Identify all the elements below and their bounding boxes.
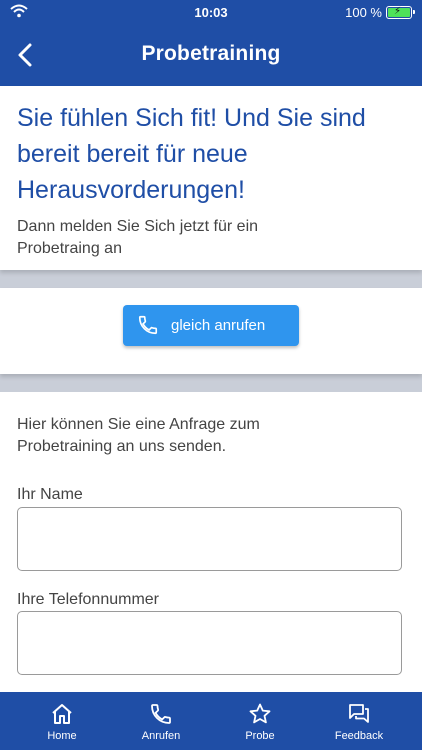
nav-probe-label: Probe — [245, 730, 275, 742]
call-button[interactable]: gleich anrufen — [123, 305, 299, 346]
hero-subtitle: Dann melden Sie Sich jetzt für ein Probe… — [17, 218, 259, 257]
battery-icon: ⚡ — [386, 6, 415, 19]
nav-anrufen[interactable]: Anrufen — [116, 692, 206, 750]
phone-input[interactable] — [17, 611, 402, 675]
call-card: gleich anrufen — [0, 288, 422, 374]
phone-icon — [138, 315, 158, 335]
name-input[interactable] — [17, 507, 402, 571]
hero-card: Sie fühlen Sich fit! Und Sie sind bereit… — [0, 86, 422, 270]
phone-icon — [151, 704, 171, 724]
bottom-nav: Home Anrufen Probe Feedback — [0, 692, 422, 750]
feedback-icon — [349, 704, 369, 723]
form-intro: Hier können Sie eine Anfrage zum Probetr… — [17, 416, 260, 455]
nav-anrufen-label: Anrufen — [141, 730, 181, 742]
nav-home[interactable]: Home — [17, 692, 107, 750]
page-title: Probetraining — [141, 42, 281, 65]
name-label: Ihr Name — [17, 486, 83, 503]
battery-percent: 100 % — [345, 5, 382, 20]
hero-title: Sie fühlen Sich fit! Und Sie sind bereit… — [17, 104, 366, 204]
nav-feedback[interactable]: Feedback — [314, 692, 404, 750]
nav-probe[interactable]: Probe — [215, 692, 305, 750]
nav-feedback-label: Feedback — [334, 730, 384, 742]
nav-home-label: Home — [47, 730, 77, 742]
request-form: Hier können Sie eine Anfrage zum Probetr… — [0, 392, 422, 692]
home-icon — [52, 704, 72, 724]
call-button-label: gleich anrufen — [171, 317, 266, 334]
star-icon — [249, 703, 271, 724]
app-bar: Probetraining — [0, 24, 422, 86]
phone-label: Ihre Telefonnummer — [17, 591, 159, 608]
status-bar: 10:03 100 % ⚡ — [0, 0, 422, 24]
